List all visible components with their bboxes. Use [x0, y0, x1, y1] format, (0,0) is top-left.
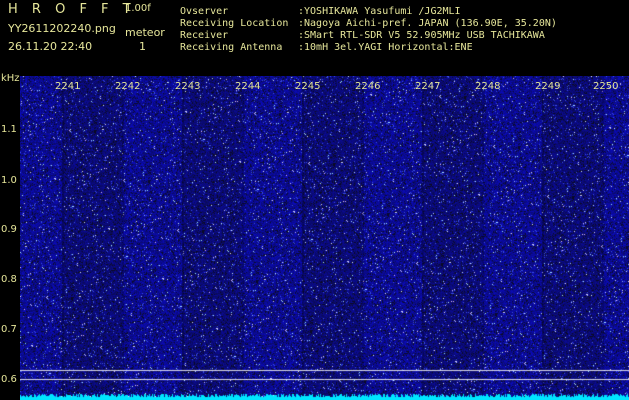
meteor-count: 1: [139, 40, 146, 53]
app-title: H R O F F T: [8, 2, 136, 17]
antenna-value: :10mH 3el.YAGI Horizontal:ENE: [298, 42, 473, 53]
x-tick-2242: 2242: [115, 81, 141, 92]
x-tick-2246: 2246: [355, 81, 381, 92]
x-tick-2250: 2250: [593, 81, 619, 92]
file-name: YY2611202240.png: [8, 22, 116, 35]
receiver-value: :SMart RTL-SDR V5 52.905MHz USB TACHIKAW…: [298, 30, 545, 41]
x-tick-2243: 2243: [175, 81, 201, 92]
receiver-label: Receiver: [180, 30, 229, 41]
x-tick-2248: 2248: [475, 81, 501, 92]
y-tick-0-9: 0.9: [1, 224, 17, 235]
y-axis-unit: kHz: [1, 73, 20, 84]
meteor-label: meteor: [125, 26, 165, 39]
location-label: Receiving Location: [180, 18, 289, 29]
x-tick-2245: 2245: [295, 81, 321, 92]
timestamp: 26.11.20 22:40: [8, 40, 93, 53]
antenna-label: Receiving Antenna: [180, 42, 283, 53]
app-version: 1.00f: [125, 3, 151, 14]
waterfall-spectrogram: [20, 76, 629, 400]
y-tick-0-8: 0.8: [1, 274, 17, 285]
waterfall-plot: [20, 76, 629, 400]
y-tick-0-6: 0.6: [1, 374, 17, 385]
y-tick-1-1: 1.1: [1, 124, 17, 135]
x-tick-2249: 2249: [535, 81, 561, 92]
observer-value: :YOSHIKAWA Yasufumi /JG2MLI: [298, 6, 461, 17]
y-tick-0-7: 0.7: [1, 324, 17, 335]
observer-label: Ovserver: [180, 6, 229, 17]
location-value: :Nagoya Aichi-pref. JAPAN (136.90E, 35.2…: [298, 18, 557, 29]
x-tick-2247: 2247: [415, 81, 441, 92]
x-tick-2244: 2244: [235, 81, 261, 92]
hrofft-spectrogram-window: H R O F F T 1.00f YY2611202240.png 26.11…: [0, 0, 629, 400]
y-tick-1-0: 1.0: [1, 175, 17, 186]
x-tick-2241: 2241: [55, 81, 81, 92]
